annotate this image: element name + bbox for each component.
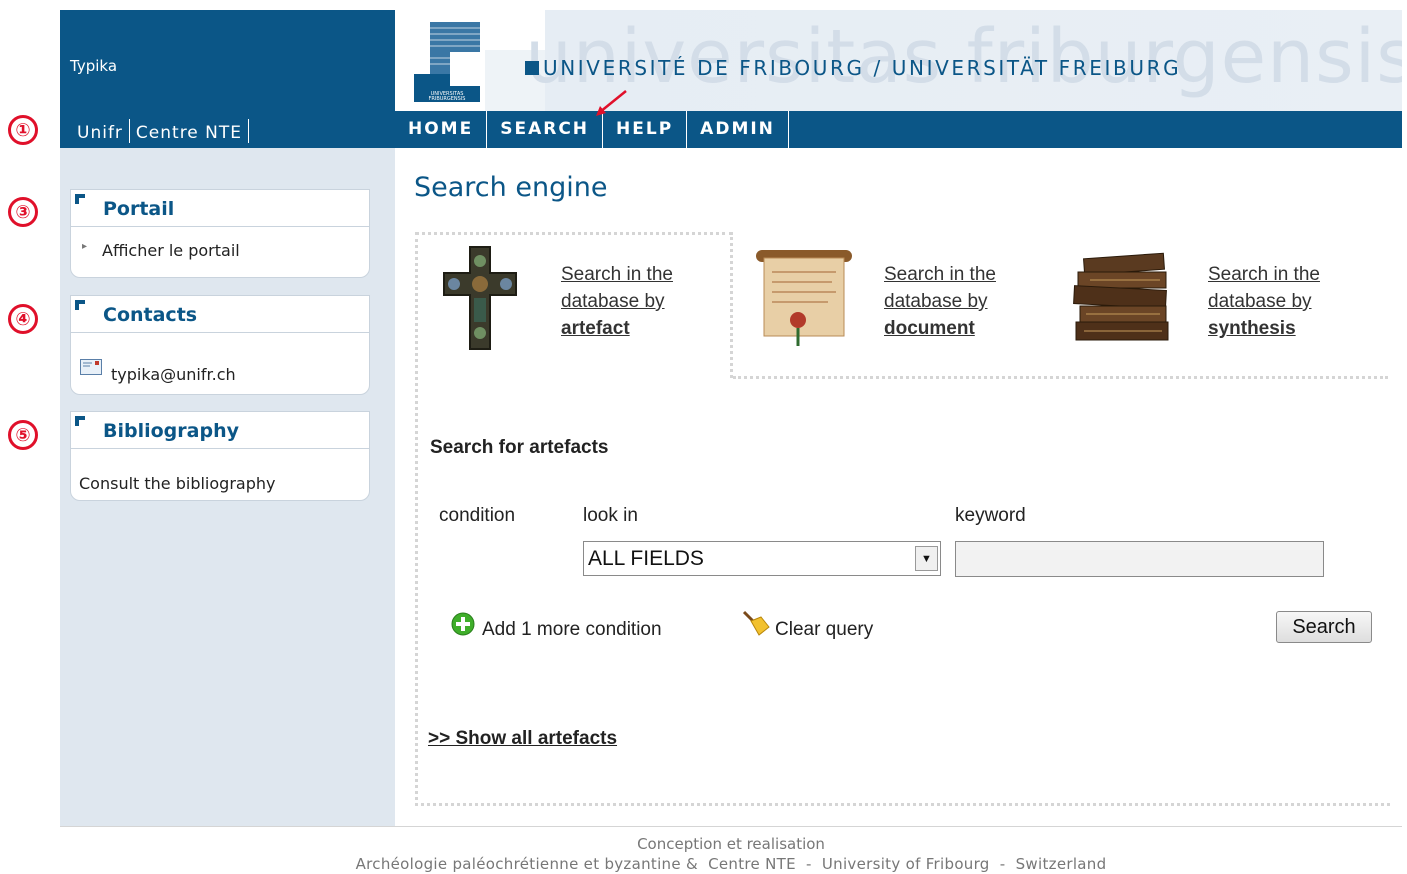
quicklink-unifr[interactable]: Unifr: [77, 123, 123, 143]
search-by-artefact-link[interactable]: Search in the database by artefact: [561, 261, 673, 342]
panel-header: Contacts: [71, 296, 369, 333]
nav-admin[interactable]: ADMIN: [687, 111, 789, 148]
books-synthesis-icon[interactable]: [1070, 250, 1176, 345]
portail-panel: Portail ▸ Afficher le portail: [70, 189, 370, 278]
site-name-box: Typika: [60, 10, 395, 111]
quicklink-centre-nte[interactable]: Centre NTE: [136, 123, 242, 143]
nav-search[interactable]: SEARCH: [487, 111, 604, 148]
sidebar: Portail ▸ Afficher le portail Contacts t…: [60, 148, 395, 826]
look-in-label: look in: [583, 505, 638, 526]
title-square-icon: [525, 61, 539, 75]
keyword-input[interactable]: [955, 541, 1324, 577]
nav-home[interactable]: HOME: [395, 111, 488, 148]
chevron-down-icon[interactable]: ▼: [915, 546, 938, 571]
bullet-arrow-icon: ▸: [82, 241, 88, 252]
svg-text:FRIBURGENSIS: FRIBURGENSIS: [429, 96, 466, 102]
broom-icon: [742, 610, 770, 636]
condition-label: condition: [439, 505, 516, 526]
footer: Conception et realisation Archéologie pa…: [60, 826, 1402, 874]
quick-links: Unifr Centre NTE: [77, 119, 255, 143]
university-banner: universitas friburgensis UNIVERSITAS FRI…: [395, 10, 1402, 111]
annotation-marker-5: ⑤: [8, 420, 38, 450]
annotation-marker-1: ①: [8, 115, 38, 145]
consult-bibliography-link[interactable]: Consult the bibliography: [79, 474, 275, 493]
search-section-heading: Search for artefacts: [430, 437, 609, 458]
panel-header: Portail: [71, 190, 369, 227]
site-name: Typika: [70, 57, 118, 75]
email-icon: [80, 359, 102, 375]
divider: [128, 119, 130, 143]
portail-title: Portail: [103, 198, 175, 220]
keyword-label: keyword: [955, 505, 1026, 526]
navigation-bar: Unifr Centre NTE HOME SEARCH HELP ADMIN: [60, 111, 1402, 148]
corner-flag-icon: [75, 300, 85, 310]
tab-divider: [733, 376, 1388, 379]
look-in-select[interactable]: ALL FIELDS ▼: [583, 541, 941, 576]
search-by-synthesis-link[interactable]: Search in the database by synthesis: [1208, 261, 1320, 342]
add-circle-icon: [451, 612, 475, 636]
panel-header: Bibliography: [71, 412, 369, 449]
bibliography-panel: Bibliography Consult the bibliography: [70, 411, 370, 501]
cross-artefact-icon[interactable]: [440, 243, 520, 353]
bibliography-title: Bibliography: [103, 420, 239, 442]
contact-email[interactable]: typika@unifr.ch: [111, 365, 236, 384]
university-logo[interactable]: UNIVERSITAS FRIBURGENSIS: [414, 22, 482, 104]
search-button[interactable]: Search: [1276, 611, 1372, 643]
search-by-document-link[interactable]: Search in the database by document: [884, 261, 996, 342]
page-title: Search engine: [414, 172, 608, 203]
annotation-marker-3: ③: [8, 197, 38, 227]
annotation-arrow-icon: [596, 90, 627, 116]
contacts-panel: Contacts typika@unifr.ch: [70, 295, 370, 395]
university-title: UNIVERSITÉ DE FRIBOURG / UNIVERSITÄT FRE…: [525, 56, 1181, 80]
corner-flag-icon: [75, 416, 85, 426]
afficher-portail-link[interactable]: Afficher le portail: [102, 241, 240, 260]
annotation-marker-4: ④: [8, 304, 38, 334]
corner-flag-icon: [75, 194, 85, 204]
footer-credit: Conception et realisation: [637, 835, 825, 853]
show-all-artefacts-link[interactable]: >> Show all artefacts: [428, 728, 617, 750]
divider: [248, 119, 250, 143]
look-in-value: ALL FIELDS: [588, 547, 704, 570]
scroll-document-icon[interactable]: [748, 240, 860, 352]
footer-institutions: Archéologie paléochrétienne et byzantine…: [355, 855, 1107, 873]
contacts-title: Contacts: [103, 304, 198, 326]
